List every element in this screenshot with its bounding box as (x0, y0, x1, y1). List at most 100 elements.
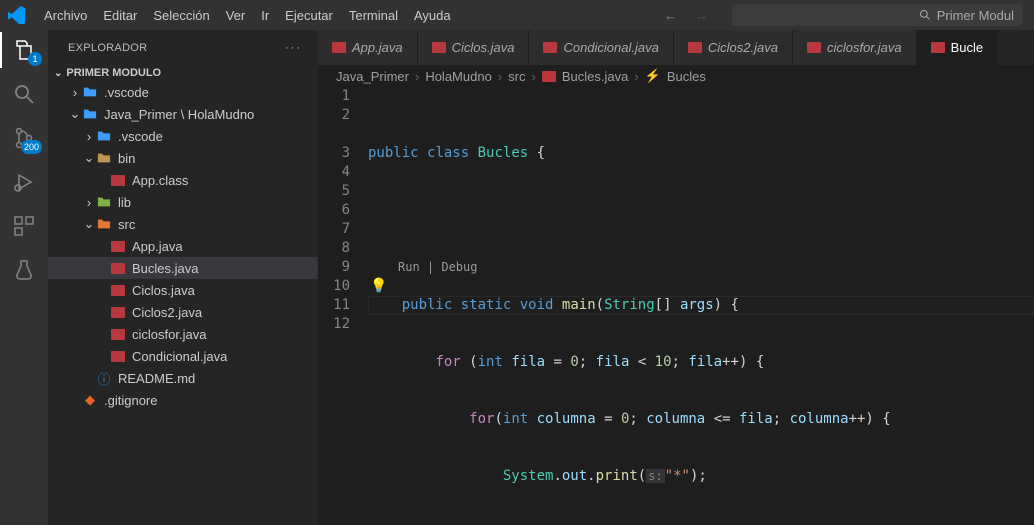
command-center-search[interactable]: Primer Modul (732, 4, 1022, 26)
nav-forward-icon[interactable]: → (695, 8, 708, 23)
tree-label: .vscode (104, 85, 149, 100)
tree-item-condicional-java[interactable]: Condicional.java (48, 345, 318, 367)
codelens-run-debug[interactable]: Run | Debug (368, 258, 1034, 277)
crumb[interactable]: Bucles.java (562, 69, 628, 84)
file-icon: ◆ (82, 392, 98, 408)
chevron-icon: › (82, 195, 96, 210)
tree-item-app-java[interactable]: App.java (48, 235, 318, 257)
file-tree: › .vscode ⌄ Java_Primer \ HolaMudno › .vscode… (48, 81, 318, 411)
class-icon: ⚡ (645, 68, 661, 84)
file-icon (110, 172, 126, 188)
tree-label: Ciclos2.java (132, 305, 202, 320)
code-content[interactable]: public class Bucles { Run | Debug public… (368, 87, 1034, 525)
tree-item-bin[interactable]: ⌄bin (48, 147, 318, 169)
menu-ir[interactable]: Ir (253, 4, 277, 27)
file-icon (96, 128, 112, 144)
tree-label: .vscode (118, 129, 163, 144)
breadcrumb[interactable]: Java_Primer› HolaMudno› src› Bucles.java… (318, 65, 1034, 87)
sidebar-more-icon[interactable]: ··· (285, 42, 302, 54)
menu-selección[interactable]: Selección (145, 4, 217, 27)
file-icon (110, 238, 126, 254)
tab-app-java[interactable]: App.java (318, 30, 418, 65)
tab-condicional-java[interactable]: Condicional.java (529, 30, 673, 65)
java-icon (807, 42, 821, 53)
chevron-icon: › (68, 85, 82, 100)
tab-bucle[interactable]: Bucle (917, 30, 999, 65)
titlebar: ArchivoEditarSelecciónVerIrEjecutarTermi… (0, 0, 1034, 30)
code-editor[interactable]: 123456789101112 public class Bucles { Ru… (318, 87, 1034, 525)
nav-back-icon[interactable]: ← (664, 8, 677, 23)
java-icon (688, 42, 702, 53)
tree-item-ciclos2-java[interactable]: Ciclos2.java (48, 301, 318, 323)
lightbulb-icon[interactable]: 💡 (370, 277, 387, 296)
file-icon (110, 260, 126, 276)
search-activity-icon[interactable] (12, 82, 36, 106)
tree-item--vscode[interactable]: ›.vscode (48, 125, 318, 147)
sidebar-title: EXPLORADOR (68, 42, 147, 54)
tree-item-readme-md[interactable]: ⓘ README.md (48, 367, 318, 389)
tab-ciclosfor-java[interactable]: ciclosfor.java (793, 30, 917, 65)
file-icon (110, 282, 126, 298)
tree-item-bucles-java[interactable]: Bucles.java (48, 257, 318, 279)
tree-label: Bucles.java (132, 261, 198, 276)
menu-bar: ArchivoEditarSelecciónVerIrEjecutarTermi… (36, 4, 459, 27)
file-icon: ⓘ (96, 370, 112, 386)
file-icon (110, 326, 126, 342)
file-icon (96, 216, 112, 232)
activity-bar: 1 200 (0, 30, 48, 525)
tree-item--gitignore[interactable]: ◆ .gitignore (48, 389, 318, 411)
debug-icon[interactable] (12, 170, 36, 194)
tab-ciclos-java[interactable]: Ciclos.java (418, 30, 530, 65)
tree-item-java_primer-holamudno[interactable]: ⌄ Java_Primer \ HolaMudno (48, 103, 318, 125)
chevron-icon: ⌄ (68, 106, 82, 122)
sidebar: EXPLORADOR ··· ⌄ PRIMER MODULO › .vscode ⌄… (48, 30, 318, 525)
tree-label: Condicional.java (132, 349, 227, 364)
tree-label: App.java (132, 239, 183, 254)
file-icon (82, 84, 98, 100)
scm-icon[interactable]: 200 (12, 126, 36, 150)
java-icon (931, 42, 945, 53)
sidebar-section-header[interactable]: ⌄ PRIMER MODULO (48, 65, 318, 81)
menu-ayuda[interactable]: Ayuda (406, 4, 459, 27)
crumb[interactable]: HolaMudno (425, 69, 492, 84)
scm-badge: 200 (21, 140, 42, 154)
file-icon (110, 348, 126, 364)
tree-label: src (118, 217, 135, 232)
menu-archivo[interactable]: Archivo (36, 4, 95, 27)
tree-label: .gitignore (104, 393, 157, 408)
sidebar-section-label: PRIMER MODULO (66, 67, 161, 79)
tree-item-lib[interactable]: ›lib (48, 191, 318, 213)
menu-ver[interactable]: Ver (218, 4, 254, 27)
tree-label: README.md (118, 371, 195, 386)
chevron-icon: ⌄ (82, 216, 96, 232)
menu-terminal[interactable]: Terminal (341, 4, 406, 27)
crumb[interactable]: Java_Primer (336, 69, 409, 84)
nav-arrows[interactable]: ← → (664, 8, 708, 23)
tree-item-src[interactable]: ⌄ src (48, 213, 318, 235)
tab-ciclos2-java[interactable]: Ciclos2.java (674, 30, 793, 65)
search-placeholder: Primer Modul (937, 8, 1014, 23)
explorer-badge: 1 (28, 52, 42, 66)
tree-item-ciclos-java[interactable]: Ciclos.java (48, 279, 318, 301)
explorer-icon[interactable]: 1 (12, 38, 36, 62)
tree-label: Java_Primer \ HolaMudno (104, 107, 254, 122)
testing-icon[interactable] (12, 258, 36, 282)
menu-editar[interactable]: Editar (95, 4, 145, 27)
crumb[interactable]: Bucles (667, 69, 706, 84)
tree-label: ciclosfor.java (132, 327, 206, 342)
search-icon (919, 9, 931, 21)
crumb[interactable]: src (508, 69, 525, 84)
tree-label: App.class (132, 173, 188, 188)
menu-ejecutar[interactable]: Ejecutar (277, 4, 341, 27)
chevron-down-icon: ⌄ (54, 68, 62, 79)
editor-area: App.javaCiclos.javaCondicional.javaCiclo… (318, 30, 1034, 525)
vscode-logo-icon (8, 6, 26, 24)
java-icon (543, 42, 557, 53)
tree-item-app-class[interactable]: App.class (48, 169, 318, 191)
tree-item--vscode[interactable]: › .vscode (48, 81, 318, 103)
tree-item-ciclosfor-java[interactable]: ciclosfor.java (48, 323, 318, 345)
extensions-icon[interactable] (12, 214, 36, 238)
java-icon (332, 42, 346, 53)
tree-label: bin (118, 151, 135, 166)
file-icon (110, 304, 126, 320)
